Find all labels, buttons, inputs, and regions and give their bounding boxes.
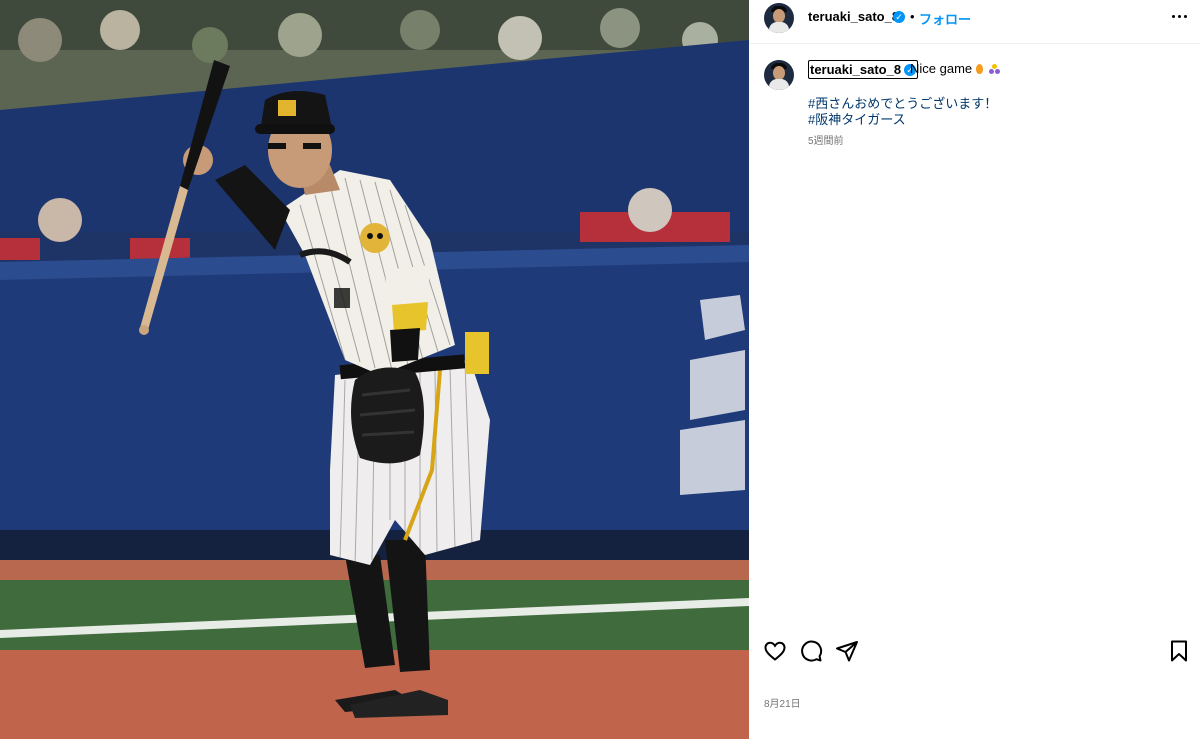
post-header: teruaki_sato_8 ✓ • フォロー — [749, 0, 1200, 35]
heart-icon[interactable] — [763, 639, 787, 663]
trio-emoji-icon — [989, 64, 1001, 74]
baseball-player-photo — [0, 0, 749, 739]
separator-dot: • — [910, 9, 915, 24]
caption-avatar[interactable] — [764, 60, 794, 90]
header-username[interactable]: teruaki_sato_8 — [808, 9, 899, 24]
hashtag-link[interactable]: #阪神タイガース — [808, 109, 906, 128]
share-icon[interactable] — [835, 639, 859, 663]
comment-icon[interactable] — [799, 639, 823, 663]
more-options-icon[interactable] — [1169, 6, 1189, 26]
instagram-post: teruaki_sato_8 ✓ • フォロー teruaki_sato_8 ✓… — [0, 0, 1200, 739]
header-divider — [749, 43, 1200, 44]
caption-text-line: Nice game — [910, 61, 1001, 76]
fire-emoji-icon — [976, 64, 984, 74]
caption-username-text[interactable]: teruaki_sato_8 — [810, 62, 901, 77]
verified-icon: ✓ — [893, 11, 905, 23]
post-photo[interactable] — [0, 0, 749, 739]
avatar[interactable] — [764, 3, 794, 33]
caption-text: Nice game — [910, 61, 973, 76]
bookmark-icon[interactable] — [1167, 639, 1191, 663]
follow-button[interactable]: フォロー — [919, 9, 971, 28]
caption-username[interactable]: teruaki_sato_8 ✓ — [808, 60, 919, 79]
action-bar — [749, 636, 1200, 666]
post-sidebar: teruaki_sato_8 ✓ • フォロー teruaki_sato_8 ✓… — [749, 0, 1200, 739]
caption-time-ago: 5週間前 — [808, 136, 844, 147]
post-date[interactable]: 8月21日 — [764, 695, 801, 710]
